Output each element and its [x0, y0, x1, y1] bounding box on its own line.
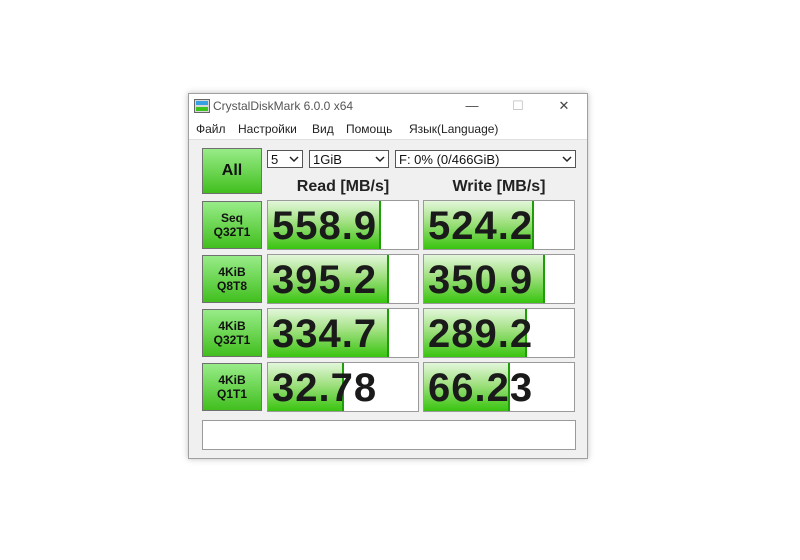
read-header: Read [MB/s]	[296, 178, 390, 195]
disk-icon	[194, 99, 210, 113]
app-window: CrystalDiskMark 6.0.0 x64 — ☐ ✕ Файл Нас…	[188, 93, 588, 459]
maximize-button[interactable]: ☐	[495, 94, 541, 118]
test-count-value: 5	[271, 152, 279, 167]
test-button-4kib-q1t1[interactable]: 4KiB Q1T1	[202, 363, 262, 411]
read-result-4kib-q32t1: 334.7	[267, 308, 419, 358]
drive-value: F: 0% (0/466GiB)	[399, 152, 500, 167]
read-value: 32.78	[272, 366, 378, 410]
chevron-down-icon	[289, 156, 299, 163]
test-button-line1: Seq	[220, 211, 243, 225]
menu-settings[interactable]: Настройки	[238, 122, 297, 136]
test-button-line2: Q32T1	[213, 333, 251, 347]
read-result-4kib-q8t8: 395.2	[267, 254, 419, 304]
menu-bar: Файл Настройки Вид Помощь Язык(Language)	[189, 118, 587, 140]
test-button-line1: 4KiB	[218, 265, 246, 279]
read-result-4kib-q1t1: 32.78	[267, 362, 419, 412]
title-bar[interactable]: CrystalDiskMark 6.0.0 x64 — ☐ ✕	[189, 94, 587, 118]
test-button-4kib-q8t8[interactable]: 4KiB Q8T8	[202, 255, 262, 303]
test-size-value: 1GiB	[313, 152, 342, 167]
write-value: 524.2	[428, 204, 534, 248]
test-size-select[interactable]: 1GiB	[309, 150, 389, 168]
read-result-seq-q32t1: 558.9	[267, 200, 419, 250]
read-value: 334.7	[272, 312, 378, 356]
read-value: 558.9	[272, 204, 378, 248]
read-value: 395.2	[272, 258, 378, 302]
all-button[interactable]: All	[202, 148, 262, 194]
write-result-4kib-q32t1: 289.2	[423, 308, 575, 358]
test-button-4kib-q32t1[interactable]: 4KiB Q32T1	[202, 309, 262, 357]
write-value: 350.9	[428, 258, 534, 302]
test-button-line1: 4KiB	[218, 373, 246, 387]
chevron-down-icon	[562, 156, 572, 163]
write-header: Write [MB/s]	[452, 178, 546, 195]
drive-select[interactable]: F: 0% (0/466GiB)	[395, 150, 576, 168]
write-value: 66.23	[428, 366, 534, 410]
menu-file[interactable]: Файл	[196, 122, 226, 136]
write-result-seq-q32t1: 524.2	[423, 200, 575, 250]
window-title: CrystalDiskMark 6.0.0 x64	[213, 99, 354, 113]
write-value: 289.2	[428, 312, 534, 356]
write-result-4kib-q8t8: 350.9	[423, 254, 575, 304]
test-button-line1: 4KiB	[218, 319, 246, 333]
menu-view[interactable]: Вид	[312, 122, 334, 136]
menu-help[interactable]: Помощь	[346, 122, 392, 136]
test-count-select[interactable]: 5	[267, 150, 303, 168]
minimize-button[interactable]: —	[449, 94, 495, 118]
chevron-down-icon	[375, 156, 385, 163]
test-button-line2: Q32T1	[213, 225, 251, 239]
test-button-seq-q32t1[interactable]: Seq Q32T1	[202, 201, 262, 249]
test-button-line2: Q1T1	[216, 387, 247, 401]
menu-language[interactable]: Язык(Language)	[409, 122, 498, 136]
write-result-4kib-q1t1: 66.23	[423, 362, 575, 412]
test-button-line2: Q8T8	[216, 279, 247, 293]
close-button[interactable]: ✕	[541, 94, 587, 118]
comment-field[interactable]	[202, 420, 576, 450]
